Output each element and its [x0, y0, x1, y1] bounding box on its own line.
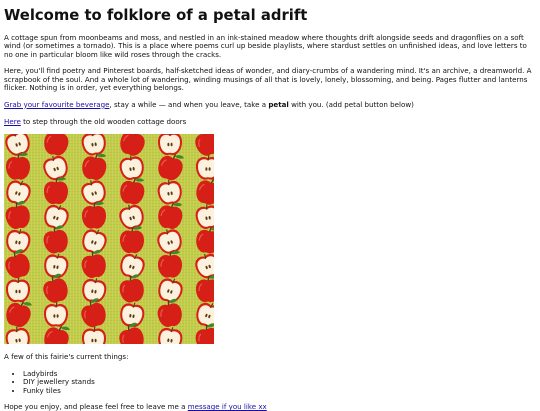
cottage-doors-paragraph: Here to step through the old wooden cott…	[4, 116, 536, 126]
apple-half-icon	[157, 134, 183, 157]
apple-pattern-image	[4, 134, 214, 345]
page-content: Welcome to folklore of a petal adrift A …	[0, 0, 540, 411]
beverage-link[interactable]: Grab your favourite beverage	[4, 100, 109, 109]
beverage-text-1: , stay a while — and when you leave, tak…	[109, 99, 269, 109]
footer-text: Hope you enjoy, and please feel free to …	[4, 402, 188, 411]
things-heading: A few of this fairie's current things:	[4, 352, 129, 362]
beverage-paragraph: Grab your favourite beverage, stay a whi…	[4, 99, 536, 109]
apple-half-icon	[43, 302, 69, 328]
page-title: Welcome to folklore of a petal adrift	[4, 7, 308, 24]
footer-paragraph: Hope you enjoy, and please feel free to …	[4, 402, 536, 411]
here-link[interactable]: Here	[4, 117, 21, 126]
beverage-text-2: with you. (add petal button below)	[288, 99, 414, 109]
list-item: Ladybirds	[23, 369, 536, 378]
list-item: Funky tiles	[23, 386, 536, 395]
apple-half-icon	[5, 277, 31, 304]
list-item: DIY jewellery stands	[23, 378, 536, 387]
message-link[interactable]: message if you like xx	[188, 402, 267, 411]
here-text: to step through the old wooden cottage d…	[20, 116, 187, 126]
intro-paragraph: A cottage spun from moonbeams and moss, …	[4, 33, 527, 59]
description-paragraph: Here, you'll find poetry and Pinterest b…	[4, 66, 532, 92]
things-list: Ladybirds DIY jewellery stands Funky til…	[4, 369, 536, 395]
petal-bold-text: petal	[268, 99, 289, 109]
